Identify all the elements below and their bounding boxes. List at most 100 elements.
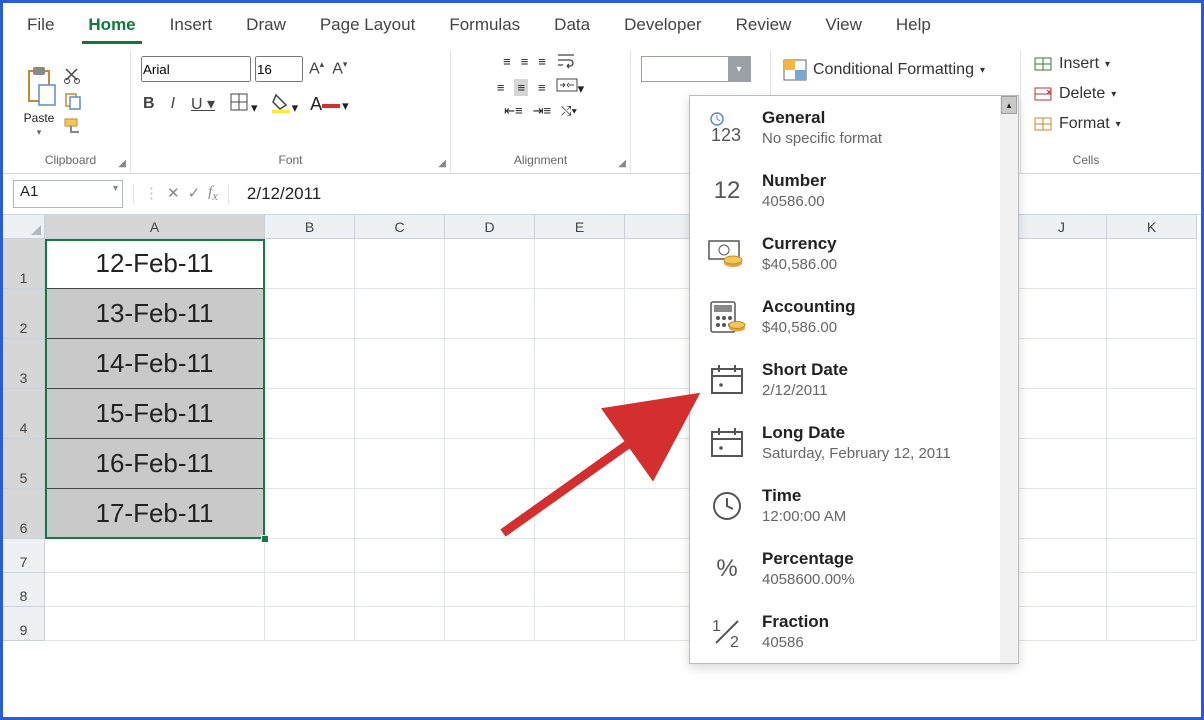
cell-J2[interactable]: [1017, 289, 1107, 339]
col-header-A[interactable]: A: [45, 215, 265, 239]
cell-E4[interactable]: [535, 389, 625, 439]
align-top-icon[interactable]: ≡: [503, 54, 511, 69]
font-launcher-icon[interactable]: ◢: [438, 158, 446, 169]
align-middle-icon[interactable]: ≡: [521, 54, 529, 69]
cell-A3[interactable]: 14-Feb-11: [45, 339, 265, 389]
tab-help[interactable]: Help: [890, 11, 937, 44]
number-format-option-fraction[interactable]: 12 Fraction40586: [690, 600, 1018, 663]
italic-button[interactable]: I: [169, 93, 177, 115]
cell-A7[interactable]: [45, 539, 265, 573]
number-format-option-long-date[interactable]: Long DateSaturday, February 12, 2011: [690, 411, 1018, 474]
borders-button[interactable]: ▾: [229, 92, 258, 116]
cell-J6[interactable]: [1017, 489, 1107, 539]
tab-insert[interactable]: Insert: [164, 11, 219, 44]
cell-K6[interactable]: [1107, 489, 1197, 539]
cell-J3[interactable]: [1017, 339, 1107, 389]
cell-B3[interactable]: [265, 339, 355, 389]
fill-handle[interactable]: [261, 535, 269, 543]
tab-draw[interactable]: Draw: [240, 11, 292, 44]
cell-A4[interactable]: 15-Feb-11: [45, 389, 265, 439]
cell-D6[interactable]: [445, 489, 535, 539]
conditional-formatting-button[interactable]: Conditional Formatting ▾: [781, 56, 987, 84]
cell-B1[interactable]: [265, 239, 355, 289]
row-header-4[interactable]: 4: [3, 389, 45, 439]
number-format-option-percentage[interactable]: % Percentage4058600.00%: [690, 537, 1018, 600]
decrease-indent-icon[interactable]: ⇤≡: [504, 103, 522, 119]
tab-file[interactable]: File: [21, 11, 60, 44]
worksheet-grid[interactable]: A B C D E J K 1 12-Feb-11 2 13-Feb-11 3 …: [3, 215, 1201, 641]
cell-J4[interactable]: [1017, 389, 1107, 439]
tab-formulas[interactable]: Formulas: [443, 11, 526, 44]
pending-icon[interactable]: ⋮: [144, 184, 159, 204]
increase-indent-icon[interactable]: ⇥≡: [533, 103, 551, 119]
underline-button[interactable]: U ▾: [189, 92, 217, 116]
tab-view[interactable]: View: [819, 11, 868, 44]
orientation-icon[interactable]: ⤭▾: [561, 103, 577, 119]
col-header-B[interactable]: B: [265, 215, 355, 239]
cell-E3[interactable]: [535, 339, 625, 389]
font-color-button[interactable]: A▾: [310, 94, 349, 115]
tab-review[interactable]: Review: [730, 11, 798, 44]
cell-D5[interactable]: [445, 439, 535, 489]
cell-B2[interactable]: [265, 289, 355, 339]
cell-A9[interactable]: [45, 607, 265, 641]
number-format-option-accounting[interactable]: Accounting $40,586.00: [690, 285, 1018, 348]
cancel-formula-icon[interactable]: ✕: [167, 184, 180, 204]
insert-cells-button[interactable]: Insert▾: [1031, 52, 1112, 76]
font-name-select[interactable]: [141, 56, 251, 82]
font-size-select[interactable]: [255, 56, 303, 82]
cell-A8[interactable]: [45, 573, 265, 607]
cell-A1[interactable]: 12-Feb-11: [45, 239, 265, 289]
cell-C4[interactable]: [355, 389, 445, 439]
number-format-option-short-date[interactable]: Short Date2/12/2011: [690, 348, 1018, 411]
tab-home[interactable]: Home: [82, 11, 141, 44]
cell-E1[interactable]: [535, 239, 625, 289]
cut-icon[interactable]: [63, 66, 83, 87]
row-header-8[interactable]: 8: [3, 573, 45, 607]
decrease-font-icon[interactable]: A▾: [330, 57, 349, 80]
tab-developer[interactable]: Developer: [618, 11, 708, 44]
cell-D1[interactable]: [445, 239, 535, 289]
number-format-option-number[interactable]: 12 Number40586.00: [690, 159, 1018, 222]
cell-C5[interactable]: [355, 439, 445, 489]
paste-button[interactable]: Paste ▾: [21, 65, 57, 138]
cell-K4[interactable]: [1107, 389, 1197, 439]
number-format-option-currency[interactable]: Currency$40,586.00: [690, 222, 1018, 285]
increase-font-icon[interactable]: A▴: [307, 57, 326, 80]
col-header-K[interactable]: K: [1107, 215, 1197, 239]
number-format-option-general[interactable]: 123 GeneralNo specific format: [690, 96, 1018, 159]
align-bottom-icon[interactable]: ≡: [538, 54, 546, 69]
align-center-icon[interactable]: ≡: [514, 79, 528, 96]
cell-B5[interactable]: [265, 439, 355, 489]
align-right-icon[interactable]: ≡: [538, 80, 546, 95]
number-format-option-time[interactable]: Time12:00:00 AM: [690, 474, 1018, 537]
format-painter-icon[interactable]: [63, 116, 85, 137]
cell-K5[interactable]: [1107, 439, 1197, 489]
cell-D3[interactable]: [445, 339, 535, 389]
fill-color-button[interactable]: ▾: [270, 92, 299, 116]
row-header-6[interactable]: 6: [3, 489, 45, 539]
col-header-D[interactable]: D: [445, 215, 535, 239]
row-header-1[interactable]: 1: [3, 239, 45, 289]
col-header-C[interactable]: C: [355, 215, 445, 239]
cell-K1[interactable]: [1107, 239, 1197, 289]
row-header-5[interactable]: 5: [3, 439, 45, 489]
cell-E5[interactable]: [535, 439, 625, 489]
cell-A5[interactable]: 16-Feb-11: [45, 439, 265, 489]
row-header-3[interactable]: 3: [3, 339, 45, 389]
tab-pagelayout[interactable]: Page Layout: [314, 11, 421, 44]
cell-C2[interactable]: [355, 289, 445, 339]
format-cells-button[interactable]: Format▾: [1031, 112, 1123, 136]
clipboard-launcher-icon[interactable]: ◢: [118, 158, 126, 169]
col-header-E[interactable]: E: [535, 215, 625, 239]
dropdown-scrollbar[interactable]: ▲: [1000, 96, 1018, 663]
number-format-select[interactable]: ▾: [641, 56, 751, 82]
cell-K3[interactable]: [1107, 339, 1197, 389]
cell-J1[interactable]: [1017, 239, 1107, 289]
cell-A6[interactable]: 17-Feb-11: [45, 489, 265, 539]
cell-C6[interactable]: [355, 489, 445, 539]
name-box[interactable]: A1: [13, 180, 123, 208]
copy-icon[interactable]: [63, 91, 83, 112]
tab-data[interactable]: Data: [548, 11, 596, 44]
row-header-7[interactable]: 7: [3, 539, 45, 573]
